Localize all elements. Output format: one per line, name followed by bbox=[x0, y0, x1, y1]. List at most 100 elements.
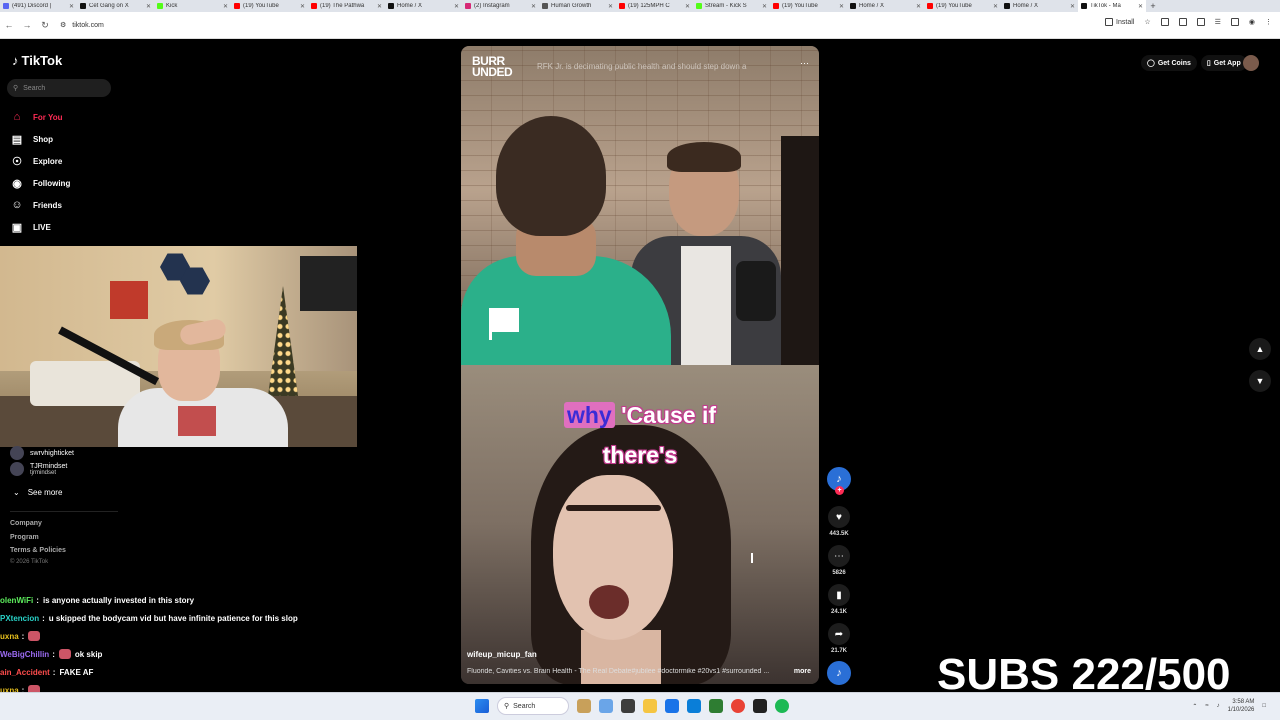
close-tab-icon[interactable]: ✕ bbox=[377, 3, 382, 10]
forward-icon[interactable]: → bbox=[18, 20, 36, 30]
site-info-icon[interactable]: ⚙ bbox=[60, 21, 66, 29]
close-tab-icon[interactable]: ✕ bbox=[916, 3, 921, 10]
obs-icon[interactable] bbox=[753, 699, 767, 713]
downloads-icon[interactable] bbox=[1230, 18, 1239, 26]
close-tab-icon[interactable]: ✕ bbox=[146, 3, 151, 10]
browser-tab-active[interactable]: TikTok - Ma ✕ bbox=[1078, 0, 1146, 12]
chrome-icon[interactable] bbox=[731, 699, 745, 713]
share-button[interactable]: ➦ 21.7K bbox=[826, 623, 852, 654]
video-more-options-icon[interactable]: ⋯ bbox=[800, 58, 809, 69]
browser-tab[interactable]: Stream - Kick S ✕ bbox=[693, 0, 770, 12]
browser-tab[interactable]: Kick ✕ bbox=[154, 0, 231, 12]
notification-bell-icon[interactable]: □ bbox=[1262, 703, 1266, 709]
browser-tab[interactable]: Home / X ✕ bbox=[847, 0, 924, 12]
extensions-puzzle-icon[interactable] bbox=[1178, 18, 1187, 26]
taskbar-search[interactable]: ⚲ Search bbox=[497, 697, 569, 715]
sidebar-item-shop[interactable]: ▤ Shop bbox=[10, 128, 71, 150]
get-app-button[interactable]: ▯ Get App bbox=[1200, 55, 1247, 71]
close-tab-icon[interactable]: ✕ bbox=[69, 3, 74, 10]
user-avatar[interactable] bbox=[1243, 55, 1259, 71]
chat-text: FAKE AF bbox=[59, 667, 94, 677]
chat-username[interactable]: ain_Accident bbox=[0, 668, 50, 677]
following-account[interactable]: swrvhighticket bbox=[10, 446, 74, 460]
file-explorer-icon[interactable] bbox=[643, 699, 657, 713]
browser-tab[interactable]: Cet Gang on X ✕ bbox=[77, 0, 154, 12]
sidebar-item-following[interactable]: ◉ Following bbox=[10, 172, 71, 194]
back-icon[interactable]: ← bbox=[0, 20, 18, 30]
spotify-icon[interactable] bbox=[775, 699, 789, 713]
volume-icon[interactable]: ♪ bbox=[1217, 703, 1220, 709]
close-tab-icon[interactable]: ✕ bbox=[839, 3, 844, 10]
creator-avatar-button[interactable]: ♪ + bbox=[826, 467, 852, 495]
live-icon: ▣ bbox=[11, 221, 23, 234]
previous-video-button[interactable]: ▲ bbox=[1249, 338, 1271, 360]
browser-tab[interactable]: (491) Discord | ✕ bbox=[0, 0, 77, 12]
profile-icon[interactable]: ◉ bbox=[1249, 18, 1255, 26]
video-more-link[interactable]: more bbox=[794, 668, 811, 675]
footer-link-program[interactable]: Program bbox=[10, 534, 39, 541]
browser-tab[interactable]: (19) The Pathwa ✕ bbox=[308, 0, 385, 12]
close-tab-icon[interactable]: ✕ bbox=[608, 3, 613, 10]
close-tab-icon[interactable]: ✕ bbox=[1070, 3, 1075, 10]
sidebar-item-explore[interactable]: ☉ Explore bbox=[10, 150, 71, 172]
split-view-icon[interactable] bbox=[1196, 18, 1205, 26]
browser-tab[interactable]: Home / X ✕ bbox=[385, 0, 462, 12]
footer-link-company[interactable]: Company bbox=[10, 520, 42, 527]
close-tab-icon[interactable]: ✕ bbox=[454, 3, 459, 10]
sidebar-item-for-you[interactable]: ⌂ For You bbox=[10, 106, 71, 128]
tray-chevron-icon[interactable]: ⌃ bbox=[1192, 703, 1197, 710]
extension-icon[interactable] bbox=[1160, 18, 1169, 26]
close-tab-icon[interactable]: ✕ bbox=[1138, 3, 1143, 10]
following-account[interactable]: TJRmindset tjrmindset bbox=[10, 462, 67, 476]
browser-tab[interactable]: (19) 125MPH C ✕ bbox=[616, 0, 693, 12]
video-player[interactable]: BURR UNDED RFK Jr. is decimating public … bbox=[461, 46, 819, 684]
chat-text: is anyone actually invested in this stor… bbox=[42, 595, 195, 605]
browser-tab[interactable]: (19) YouTube ✕ bbox=[770, 0, 847, 12]
browser-tab[interactable]: (19) YouTube ✕ bbox=[231, 0, 308, 12]
system-clock[interactable]: 3:58 AM 1/10/2026 bbox=[1228, 698, 1255, 714]
get-coins-button[interactable]: ◯ Get Coins bbox=[1141, 55, 1197, 71]
browser-tab[interactable]: Home / X ✕ bbox=[1001, 0, 1078, 12]
browser-tab[interactable]: (2) Instagram ✕ bbox=[462, 0, 539, 12]
sidebar-item-live[interactable]: ▣ LIVE bbox=[10, 216, 71, 238]
search-input[interactable]: ⚲ Search bbox=[7, 79, 111, 97]
close-tab-icon[interactable]: ✕ bbox=[531, 3, 536, 10]
chat-username[interactable]: WeBigChillin bbox=[0, 650, 49, 659]
widgets-icon[interactable] bbox=[577, 699, 591, 713]
browser-tab[interactable]: Human Growth ✕ bbox=[539, 0, 616, 12]
new-tab-button[interactable]: + bbox=[1146, 0, 1160, 12]
task-view-icon[interactable] bbox=[621, 699, 635, 713]
like-button[interactable]: ♥ 443.5K bbox=[826, 506, 852, 537]
bookmark-star-icon[interactable]: ☆ bbox=[1144, 18, 1150, 26]
video-author[interactable]: wifeup_micup_fan bbox=[467, 650, 537, 659]
store-icon[interactable] bbox=[687, 699, 701, 713]
sidebar-item-friends[interactable]: ☺ Friends bbox=[10, 194, 71, 216]
footer-link-terms[interactable]: Terms & Policies bbox=[10, 547, 66, 554]
wifi-icon[interactable]: ≈ bbox=[1205, 703, 1208, 709]
close-tab-icon[interactable]: ✕ bbox=[223, 3, 228, 10]
chat-username[interactable]: uxna bbox=[0, 632, 19, 641]
browser-tab[interactable]: (19) YouTube ✕ bbox=[924, 0, 1001, 12]
close-tab-icon[interactable]: ✕ bbox=[300, 3, 305, 10]
edge-icon[interactable] bbox=[665, 699, 679, 713]
save-button[interactable]: ▮ 24.1K bbox=[826, 584, 852, 615]
next-video-button[interactable]: ▼ bbox=[1249, 370, 1271, 392]
browser-menu-icon[interactable]: ⋮ bbox=[1265, 18, 1272, 26]
spreadsheet-icon[interactable] bbox=[709, 699, 723, 713]
media-control-icon[interactable]: ☰ bbox=[1215, 18, 1221, 26]
reload-icon[interactable]: ↻ bbox=[36, 20, 54, 31]
chat-username[interactable]: PXtencion bbox=[0, 614, 39, 623]
see-more-button[interactable]: ⌄ See more bbox=[13, 488, 62, 497]
tiktok-logo[interactable]: ♪ TikTok bbox=[12, 53, 62, 68]
url-field[interactable]: ⚙ tiktok.com bbox=[60, 21, 104, 30]
close-tab-icon[interactable]: ✕ bbox=[993, 3, 998, 10]
follow-plus-icon[interactable]: + bbox=[835, 486, 844, 495]
sound-disc-button[interactable]: ♪ bbox=[826, 661, 852, 685]
chat-username[interactable]: olenWiFi bbox=[0, 596, 33, 605]
install-button[interactable]: Install bbox=[1105, 18, 1134, 26]
comment-button[interactable]: ⋯ 5826 bbox=[826, 545, 852, 576]
windows-start-icon[interactable] bbox=[475, 699, 489, 713]
close-tab-icon[interactable]: ✕ bbox=[762, 3, 767, 10]
close-tab-icon[interactable]: ✕ bbox=[685, 3, 690, 10]
copilot-icon[interactable] bbox=[599, 699, 613, 713]
